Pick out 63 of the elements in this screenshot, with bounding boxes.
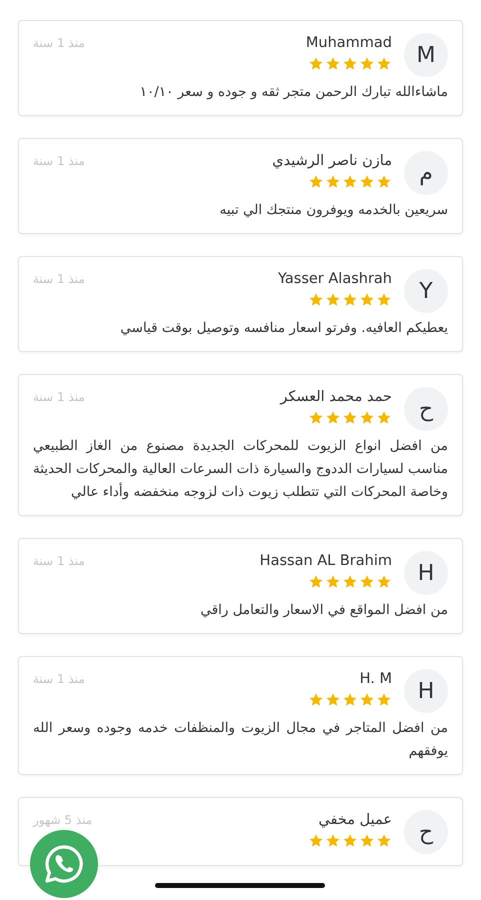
star-icon	[376, 56, 392, 72]
review-text: ماشاءالله تبارك الرحمن متجر ثقه و جوده و سعر ١٠/١٠	[138, 83, 448, 102]
avatar: م	[404, 151, 448, 195]
avatar: H	[404, 551, 448, 595]
star-icon	[325, 410, 341, 426]
star-icon	[376, 174, 392, 190]
review-time: منذ 1 سنة	[33, 271, 85, 286]
reviewer-name: Yasser Alashrah	[278, 270, 392, 289]
reviewer-name: Muhammad	[306, 34, 392, 53]
star-icon	[376, 292, 392, 308]
review-time: منذ 1 سنة	[33, 553, 85, 568]
star-icon	[342, 56, 358, 72]
star-icon	[325, 56, 341, 72]
review-time: منذ 5 شهور	[33, 812, 92, 827]
star-icon	[325, 692, 341, 708]
review-time: منذ 1 سنة	[33, 35, 85, 50]
review-text: من افضل المتاجر في مجال الزيوت والمنظفات خدمه وجوده وسعر الله يوفقهم	[33, 719, 448, 761]
star-icon	[359, 410, 375, 426]
star-icon	[376, 833, 392, 849]
star-icon	[325, 292, 341, 308]
reviewer-name: مازن ناصر الرشيدي	[272, 152, 392, 171]
star-icon	[359, 692, 375, 708]
avatar: Y	[404, 269, 448, 313]
star-icon	[342, 174, 358, 190]
avatar: ح	[404, 387, 448, 431]
review-text: من افضل انواع الزيوت للمحركات الجديدة مصنوع من الغاز الطبيعي مناسب لسيارات الددوج والسيارة ذات السرعات العالية والمحركات الحديثة وخاصة المحركات التي تتطلب زيوت ذات لزوجه منخفضه وأداء عالي	[33, 437, 448, 502]
star-icon	[342, 292, 358, 308]
star-icon	[359, 56, 375, 72]
reviewer-name: عميل مخفي	[318, 811, 392, 830]
star-icon	[359, 833, 375, 849]
star-icon	[308, 410, 324, 426]
star-icon	[325, 574, 341, 590]
star-icon	[359, 292, 375, 308]
review-text: من افضل المواقع في الاسعار والتعامل راقي	[199, 601, 448, 620]
star-icon	[308, 292, 324, 308]
star-icon	[325, 833, 341, 849]
review-time: منذ 1 سنة	[33, 389, 85, 404]
avatar: ح	[404, 810, 448, 854]
star-icon	[325, 174, 341, 190]
review-time: منذ 1 سنة	[33, 153, 85, 168]
review-text: سريعين بالخدمه ويوفرون منتجك الي تبيه	[218, 201, 448, 220]
avatar: M	[404, 33, 448, 77]
star-icon	[308, 56, 324, 72]
star-icon	[376, 410, 392, 426]
reviewer-name: حمد محمد العسكر	[280, 388, 392, 407]
review-time: منذ 1 سنة	[33, 671, 85, 686]
star-icon	[308, 692, 324, 708]
star-icon	[359, 574, 375, 590]
star-icon	[308, 833, 324, 849]
star-icon	[308, 174, 324, 190]
reviewer-name: H. M	[360, 670, 392, 689]
star-icon	[342, 833, 358, 849]
review-text: يعطيكم العافيه. وفرتو اسعار منافسه وتوصيل بوقت قياسي	[119, 319, 448, 338]
star-icon	[342, 692, 358, 708]
star-icon	[308, 574, 324, 590]
star-icon	[376, 692, 392, 708]
star-icon	[359, 174, 375, 190]
star-icon	[342, 410, 358, 426]
star-icon	[342, 574, 358, 590]
star-icon	[376, 574, 392, 590]
avatar: H	[404, 669, 448, 713]
phone-bubble-icon	[43, 843, 85, 885]
reviewer-name: Hassan AL Brahim	[260, 552, 392, 571]
